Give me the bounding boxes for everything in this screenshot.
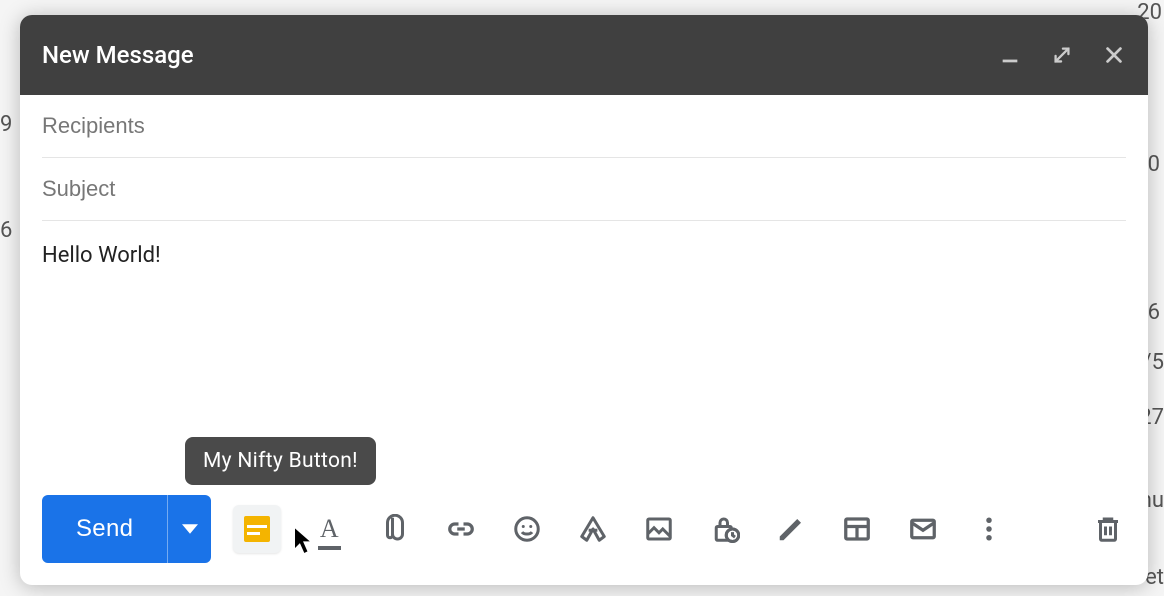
link-button[interactable] (443, 511, 479, 547)
formatting-button[interactable]: A (311, 511, 347, 547)
layout-button[interactable] (839, 511, 875, 547)
link-icon (446, 514, 476, 544)
layout-icon (842, 514, 872, 544)
image-icon (644, 514, 674, 544)
paperclip-icon (380, 514, 410, 544)
mail-icon (908, 514, 938, 544)
nifty-button-icon (244, 516, 270, 542)
lock-clock-icon (710, 514, 740, 544)
subject-input[interactable] (42, 176, 1126, 202)
header-fields (20, 95, 1148, 221)
more-options-button[interactable] (971, 511, 1007, 547)
send-options-dropdown[interactable] (167, 495, 211, 563)
window-title: New Message (42, 41, 998, 69)
signature-button[interactable] (773, 511, 809, 547)
titlebar: New Message (20, 15, 1148, 95)
body-text: Hello World! (42, 243, 161, 268)
send-button-group: Send (42, 495, 211, 563)
confidential-button[interactable] (707, 511, 743, 547)
emoji-button[interactable] (509, 511, 545, 547)
send-button[interactable]: Send (42, 495, 167, 563)
nifty-button[interactable] (233, 505, 281, 553)
fullscreen-button[interactable] (1050, 43, 1074, 67)
smiley-icon (512, 514, 542, 544)
recipients-input[interactable] (42, 113, 1126, 139)
attach-button[interactable] (377, 511, 413, 547)
pen-icon (776, 514, 806, 544)
compose-toolbar: Send A (20, 483, 1148, 585)
close-button[interactable] (1102, 43, 1126, 67)
recipients-row[interactable] (42, 95, 1126, 158)
minimize-button[interactable] (998, 43, 1022, 67)
drive-button[interactable] (575, 511, 611, 547)
text-format-icon: A (320, 514, 339, 544)
tooltip: My Nifty Button! (185, 437, 376, 485)
mail-button[interactable] (905, 511, 941, 547)
toolbar-icons-left: A (233, 505, 1007, 553)
subject-row[interactable] (42, 158, 1126, 221)
insert-image-button[interactable] (641, 511, 677, 547)
compose-window: New Message Hello World! My Nifty Button… (20, 15, 1148, 585)
more-vert-icon (974, 514, 1004, 544)
trash-icon (1093, 514, 1123, 544)
window-actions (998, 43, 1126, 67)
discard-button[interactable] (1090, 511, 1126, 547)
drive-icon (578, 514, 608, 544)
